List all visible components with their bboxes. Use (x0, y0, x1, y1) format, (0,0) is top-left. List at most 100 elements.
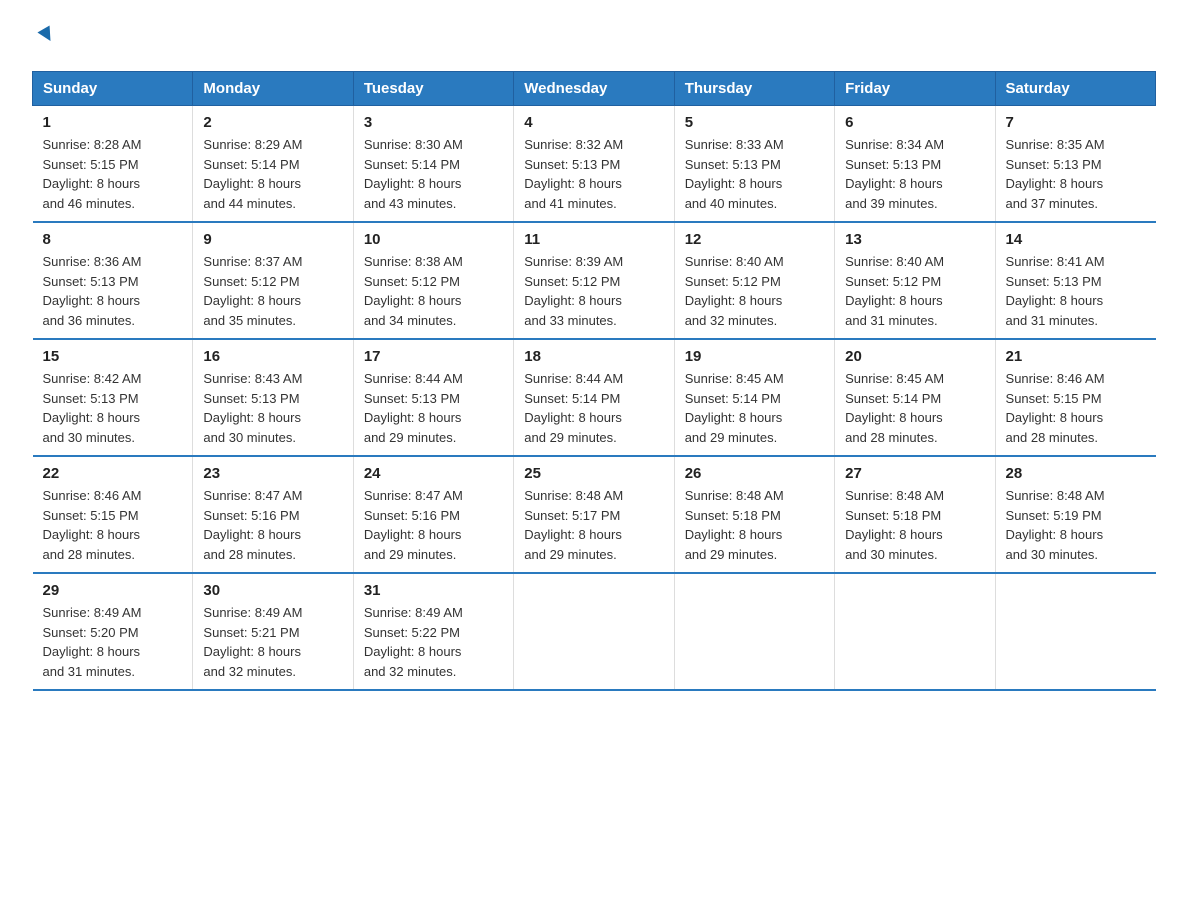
day-info: Sunrise: 8:44 AMSunset: 5:13 PMDaylight:… (364, 369, 503, 447)
week-row-5: 29 Sunrise: 8:49 AMSunset: 5:20 PMDaylig… (33, 573, 1156, 690)
day-cell: 9 Sunrise: 8:37 AMSunset: 5:12 PMDayligh… (193, 222, 353, 339)
day-cell: 2 Sunrise: 8:29 AMSunset: 5:14 PMDayligh… (193, 106, 353, 223)
day-number: 31 (364, 582, 503, 599)
day-cell: 13 Sunrise: 8:40 AMSunset: 5:12 PMDaylig… (835, 222, 995, 339)
day-number: 23 (203, 465, 342, 482)
day-cell: 30 Sunrise: 8:49 AMSunset: 5:21 PMDaylig… (193, 573, 353, 690)
day-info: Sunrise: 8:30 AMSunset: 5:14 PMDaylight:… (364, 135, 503, 213)
page-header (32, 24, 1156, 51)
day-number: 30 (203, 582, 342, 599)
header-cell-monday: Monday (193, 72, 353, 106)
day-number: 29 (43, 582, 183, 599)
week-row-2: 8 Sunrise: 8:36 AMSunset: 5:13 PMDayligh… (33, 222, 1156, 339)
day-cell: 31 Sunrise: 8:49 AMSunset: 5:22 PMDaylig… (353, 573, 513, 690)
day-cell: 22 Sunrise: 8:46 AMSunset: 5:15 PMDaylig… (33, 456, 193, 573)
day-cell: 10 Sunrise: 8:38 AMSunset: 5:12 PMDaylig… (353, 222, 513, 339)
day-info: Sunrise: 8:48 AMSunset: 5:18 PMDaylight:… (845, 486, 984, 564)
day-cell: 7 Sunrise: 8:35 AMSunset: 5:13 PMDayligh… (995, 106, 1155, 223)
header-cell-wednesday: Wednesday (514, 72, 674, 106)
day-cell: 8 Sunrise: 8:36 AMSunset: 5:13 PMDayligh… (33, 222, 193, 339)
day-cell: 1 Sunrise: 8:28 AMSunset: 5:15 PMDayligh… (33, 106, 193, 223)
day-info: Sunrise: 8:45 AMSunset: 5:14 PMDaylight:… (685, 369, 824, 447)
day-cell (835, 573, 995, 690)
day-number: 24 (364, 465, 503, 482)
day-info: Sunrise: 8:39 AMSunset: 5:12 PMDaylight:… (524, 252, 663, 330)
day-cell: 6 Sunrise: 8:34 AMSunset: 5:13 PMDayligh… (835, 106, 995, 223)
day-cell (995, 573, 1155, 690)
day-info: Sunrise: 8:45 AMSunset: 5:14 PMDaylight:… (845, 369, 984, 447)
day-info: Sunrise: 8:37 AMSunset: 5:12 PMDaylight:… (203, 252, 342, 330)
day-cell: 25 Sunrise: 8:48 AMSunset: 5:17 PMDaylig… (514, 456, 674, 573)
day-number: 21 (1006, 348, 1146, 365)
day-cell (674, 573, 834, 690)
day-number: 5 (685, 114, 824, 131)
day-number: 15 (43, 348, 183, 365)
header-cell-thursday: Thursday (674, 72, 834, 106)
day-info: Sunrise: 8:48 AMSunset: 5:17 PMDaylight:… (524, 486, 663, 564)
day-cell: 16 Sunrise: 8:43 AMSunset: 5:13 PMDaylig… (193, 339, 353, 456)
day-number: 26 (685, 465, 824, 482)
day-number: 1 (43, 114, 183, 131)
day-info: Sunrise: 8:34 AMSunset: 5:13 PMDaylight:… (845, 135, 984, 213)
day-info: Sunrise: 8:33 AMSunset: 5:13 PMDaylight:… (685, 135, 824, 213)
day-info: Sunrise: 8:36 AMSunset: 5:13 PMDaylight:… (43, 252, 183, 330)
header-cell-saturday: Saturday (995, 72, 1155, 106)
day-info: Sunrise: 8:40 AMSunset: 5:12 PMDaylight:… (685, 252, 824, 330)
day-number: 6 (845, 114, 984, 131)
calendar-body: 1 Sunrise: 8:28 AMSunset: 5:15 PMDayligh… (33, 106, 1156, 691)
day-info: Sunrise: 8:47 AMSunset: 5:16 PMDaylight:… (203, 486, 342, 564)
day-info: Sunrise: 8:41 AMSunset: 5:13 PMDaylight:… (1006, 252, 1146, 330)
day-number: 9 (203, 231, 342, 248)
day-number: 25 (524, 465, 663, 482)
day-cell: 14 Sunrise: 8:41 AMSunset: 5:13 PMDaylig… (995, 222, 1155, 339)
day-info: Sunrise: 8:32 AMSunset: 5:13 PMDaylight:… (524, 135, 663, 213)
day-number: 22 (43, 465, 183, 482)
day-info: Sunrise: 8:43 AMSunset: 5:13 PMDaylight:… (203, 369, 342, 447)
day-cell: 26 Sunrise: 8:48 AMSunset: 5:18 PMDaylig… (674, 456, 834, 573)
day-cell: 3 Sunrise: 8:30 AMSunset: 5:14 PMDayligh… (353, 106, 513, 223)
day-info: Sunrise: 8:49 AMSunset: 5:20 PMDaylight:… (43, 603, 183, 681)
day-info: Sunrise: 8:29 AMSunset: 5:14 PMDaylight:… (203, 135, 342, 213)
day-number: 18 (524, 348, 663, 365)
day-cell: 11 Sunrise: 8:39 AMSunset: 5:12 PMDaylig… (514, 222, 674, 339)
week-row-4: 22 Sunrise: 8:46 AMSunset: 5:15 PMDaylig… (33, 456, 1156, 573)
day-number: 14 (1006, 231, 1146, 248)
day-number: 2 (203, 114, 342, 131)
header-cell-friday: Friday (835, 72, 995, 106)
day-number: 20 (845, 348, 984, 365)
day-number: 8 (43, 231, 183, 248)
day-info: Sunrise: 8:48 AMSunset: 5:18 PMDaylight:… (685, 486, 824, 564)
day-number: 10 (364, 231, 503, 248)
day-number: 27 (845, 465, 984, 482)
day-cell: 28 Sunrise: 8:48 AMSunset: 5:19 PMDaylig… (995, 456, 1155, 573)
day-info: Sunrise: 8:35 AMSunset: 5:13 PMDaylight:… (1006, 135, 1146, 213)
logo (32, 24, 58, 51)
day-cell: 23 Sunrise: 8:47 AMSunset: 5:16 PMDaylig… (193, 456, 353, 573)
week-row-1: 1 Sunrise: 8:28 AMSunset: 5:15 PMDayligh… (33, 106, 1156, 223)
header-cell-tuesday: Tuesday (353, 72, 513, 106)
day-info: Sunrise: 8:38 AMSunset: 5:12 PMDaylight:… (364, 252, 503, 330)
week-row-3: 15 Sunrise: 8:42 AMSunset: 5:13 PMDaylig… (33, 339, 1156, 456)
day-cell: 24 Sunrise: 8:47 AMSunset: 5:16 PMDaylig… (353, 456, 513, 573)
day-cell: 19 Sunrise: 8:45 AMSunset: 5:14 PMDaylig… (674, 339, 834, 456)
day-number: 28 (1006, 465, 1146, 482)
day-info: Sunrise: 8:47 AMSunset: 5:16 PMDaylight:… (364, 486, 503, 564)
day-cell: 12 Sunrise: 8:40 AMSunset: 5:12 PMDaylig… (674, 222, 834, 339)
day-info: Sunrise: 8:44 AMSunset: 5:14 PMDaylight:… (524, 369, 663, 447)
day-number: 4 (524, 114, 663, 131)
day-cell: 21 Sunrise: 8:46 AMSunset: 5:15 PMDaylig… (995, 339, 1155, 456)
day-info: Sunrise: 8:46 AMSunset: 5:15 PMDaylight:… (1006, 369, 1146, 447)
calendar-table: SundayMondayTuesdayWednesdayThursdayFrid… (32, 71, 1156, 691)
day-cell: 27 Sunrise: 8:48 AMSunset: 5:18 PMDaylig… (835, 456, 995, 573)
day-info: Sunrise: 8:49 AMSunset: 5:22 PMDaylight:… (364, 603, 503, 681)
logo-triangle-icon (36, 24, 58, 46)
day-cell: 4 Sunrise: 8:32 AMSunset: 5:13 PMDayligh… (514, 106, 674, 223)
day-info: Sunrise: 8:46 AMSunset: 5:15 PMDaylight:… (43, 486, 183, 564)
day-info: Sunrise: 8:40 AMSunset: 5:12 PMDaylight:… (845, 252, 984, 330)
calendar-header: SundayMondayTuesdayWednesdayThursdayFrid… (33, 72, 1156, 106)
day-cell: 15 Sunrise: 8:42 AMSunset: 5:13 PMDaylig… (33, 339, 193, 456)
day-cell: 29 Sunrise: 8:49 AMSunset: 5:20 PMDaylig… (33, 573, 193, 690)
day-number: 12 (685, 231, 824, 248)
logo-top (32, 24, 58, 51)
day-info: Sunrise: 8:49 AMSunset: 5:21 PMDaylight:… (203, 603, 342, 681)
